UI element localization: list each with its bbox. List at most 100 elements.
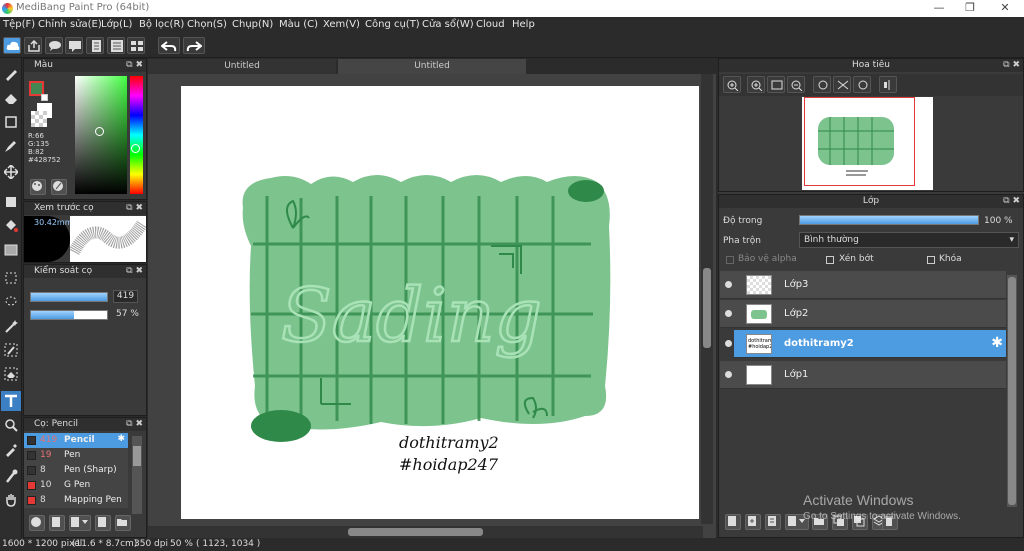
- message-button[interactable]: [65, 37, 83, 54]
- menu-tools[interactable]: Công cụ(T): [365, 19, 420, 30]
- navigator-viewport[interactable]: [804, 97, 915, 186]
- flip-button[interactable]: [833, 76, 851, 93]
- transparent-swatch[interactable]: [31, 111, 47, 127]
- rotate-left-button[interactable]: [813, 76, 831, 93]
- blend-mode-select[interactable]: Bình thường ▾: [799, 232, 1019, 248]
- layer-list-scrollbar[interactable]: [1007, 275, 1017, 507]
- brush-opacity-slider[interactable]: [30, 310, 108, 320]
- dropper-tool[interactable]: [1, 440, 21, 460]
- panel-buttons[interactable]: ⧉ ✖: [126, 418, 143, 431]
- pen-tool[interactable]: [1, 136, 21, 156]
- panel-buttons[interactable]: ⧉ ✖: [126, 59, 143, 72]
- visibility-icon[interactable]: [725, 371, 732, 378]
- visibility-icon[interactable]: [725, 281, 732, 288]
- swap-color-icon[interactable]: [41, 94, 48, 101]
- share-button[interactable]: [24, 37, 42, 54]
- brush-copy-button[interactable]: [95, 515, 111, 531]
- zoom-in-button[interactable]: [723, 76, 741, 93]
- eraser-tool[interactable]: [1, 88, 21, 108]
- color-wheel-button[interactable]: [30, 179, 46, 195]
- new-layer-button[interactable]: [725, 514, 741, 530]
- brush-size-slider[interactable]: [30, 292, 108, 302]
- brush-list-scroll-thumb[interactable]: [133, 446, 141, 466]
- saturation-value-picker[interactable]: [75, 76, 127, 194]
- gear-icon[interactable]: ✱: [991, 335, 1003, 351]
- menu-capture[interactable]: Chụp(N): [232, 19, 273, 30]
- mirror-button[interactable]: [879, 76, 897, 93]
- tab-untitled-1[interactable]: Untitled: [148, 59, 336, 74]
- layer-row-selected[interactable]: dothitramy2#hoidap247 dothitramy2 ✱: [734, 330, 1006, 358]
- navigator-preview[interactable]: [802, 97, 933, 190]
- panel-buttons[interactable]: ⧉ ✖: [1003, 59, 1020, 72]
- brush-item-g-pen[interactable]: 10 G Pen: [24, 478, 128, 493]
- cloud-button[interactable]: [3, 37, 21, 54]
- protect-alpha-checkbox[interactable]: [726, 256, 734, 264]
- list-button[interactable]: [107, 37, 125, 54]
- gradient-tool[interactable]: [1, 240, 21, 260]
- menu-select[interactable]: Chọn(S): [187, 19, 227, 30]
- color-picker-handle[interactable]: [95, 127, 104, 136]
- menu-edit[interactable]: Chỉnh sửa(E): [38, 19, 102, 30]
- zoom-out-button[interactable]: [787, 76, 805, 93]
- lasso-tool[interactable]: [1, 292, 21, 312]
- hand-tool[interactable]: [1, 490, 21, 510]
- menu-layer[interactable]: Lớp(L): [101, 19, 132, 30]
- brush-size-value[interactable]: 419: [113, 290, 138, 303]
- menu-cloud[interactable]: Cloud: [476, 19, 505, 30]
- visibility-icon[interactable]: [725, 340, 732, 347]
- zoom-in-2-button[interactable]: [747, 76, 765, 93]
- bucket-tool[interactable]: [1, 216, 21, 236]
- text-tool[interactable]: [1, 391, 21, 411]
- minimize-button[interactable]: —: [924, 0, 954, 17]
- fill-shape-tool[interactable]: [1, 192, 21, 212]
- canvas-vertical-scrollbar[interactable]: [701, 74, 713, 524]
- undo-button[interactable]: [158, 37, 180, 54]
- menu-color[interactable]: Màu (C): [279, 19, 318, 30]
- menu-filter[interactable]: Bộ lọc(R): [139, 19, 184, 30]
- layer-row[interactable]: Lớp3: [720, 271, 1006, 299]
- brush-folder-button[interactable]: [115, 515, 131, 531]
- brush-tool[interactable]: [1, 64, 21, 84]
- document-button[interactable]: [86, 37, 104, 54]
- move-tool[interactable]: [1, 162, 21, 182]
- new-halftone-layer-button[interactable]: [745, 514, 761, 530]
- tab-untitled-2[interactable]: Untitled: [338, 59, 526, 74]
- color-history-button[interactable]: [51, 179, 67, 195]
- select-eraser-tool[interactable]: [1, 364, 21, 384]
- fit-button[interactable]: [767, 76, 785, 93]
- hue-handle[interactable]: [131, 144, 140, 153]
- gear-icon[interactable]: ✱: [117, 434, 125, 444]
- brush-settings-button[interactable]: [69, 515, 91, 531]
- lock-checkbox[interactable]: [927, 256, 935, 264]
- shape-tool[interactable]: [1, 112, 21, 132]
- layer-row[interactable]: Lớp1: [720, 361, 1006, 389]
- close-button[interactable]: ✕: [990, 0, 1020, 17]
- layer-opacity-slider[interactable]: [799, 215, 979, 225]
- menu-file[interactable]: Tệp(F): [3, 19, 35, 30]
- new-text-layer-button[interactable]: [765, 514, 781, 530]
- new-brush-button[interactable]: [49, 515, 65, 531]
- eyedropper-tool[interactable]: [1, 466, 21, 486]
- brush-item-pen-sharp[interactable]: 8 Pen (Sharp): [24, 463, 128, 478]
- canvas-horizontal-thumb[interactable]: [348, 528, 483, 536]
- panel-buttons[interactable]: ⧉ ✖: [126, 202, 143, 215]
- comment-button[interactable]: [45, 37, 63, 54]
- layer-row[interactable]: Lớp2: [720, 300, 1006, 328]
- menu-window[interactable]: Cửa sổ(W): [422, 19, 474, 30]
- brush-item-pencil[interactable]: 419 Pencil ✱: [24, 433, 128, 448]
- add-brush-button[interactable]: [29, 515, 45, 531]
- select-tool[interactable]: [1, 268, 21, 288]
- menu-help[interactable]: Help: [512, 19, 535, 30]
- panel-buttons[interactable]: ⧉ ✖: [1003, 195, 1020, 208]
- rotate-right-button[interactable]: [853, 76, 871, 93]
- canvas-vertical-thumb[interactable]: [703, 268, 711, 348]
- operation-tool[interactable]: [1, 415, 21, 435]
- menu-view[interactable]: Xem(V): [323, 19, 360, 30]
- grid-button[interactable]: [127, 37, 145, 54]
- brush-item-mapping-pen[interactable]: 8 Mapping Pen: [24, 493, 128, 508]
- brush-item-pen[interactable]: 19 Pen: [24, 448, 128, 463]
- restore-button[interactable]: ❐: [955, 0, 985, 17]
- drawing-canvas[interactable]: Sading dothitramy2 #hoidap247: [181, 86, 699, 519]
- redo-button[interactable]: [183, 37, 205, 54]
- visibility-icon[interactable]: [725, 310, 732, 317]
